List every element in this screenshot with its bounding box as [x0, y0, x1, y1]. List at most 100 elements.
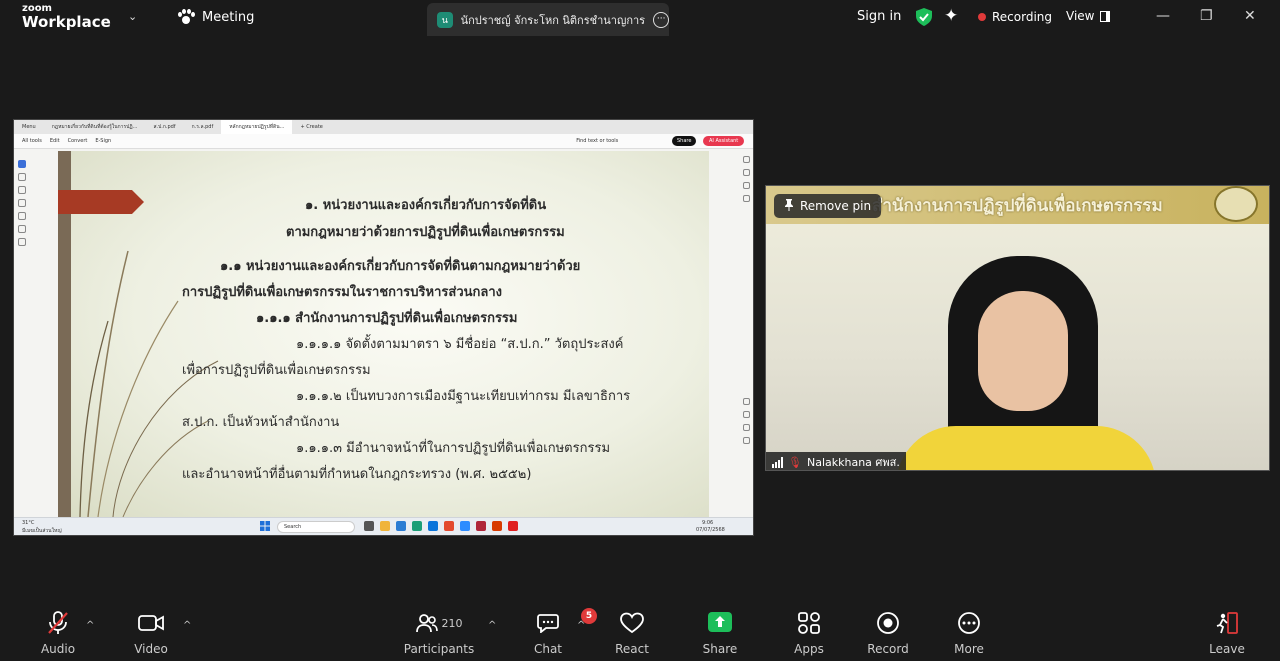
- leave-icon: [1215, 611, 1239, 635]
- close-button[interactable]: ✕: [1244, 8, 1256, 24]
- remove-pin-label: Remove pin: [800, 199, 872, 213]
- remove-pin-button[interactable]: Remove pin: [774, 194, 882, 218]
- attachments-icon[interactable]: [742, 195, 750, 202]
- bookmark-icon[interactable]: [742, 169, 750, 176]
- view-button[interactable]: View: [1066, 9, 1111, 23]
- camera-icon: [138, 611, 164, 635]
- audio-button[interactable]: Audio: [18, 611, 98, 656]
- chevron-down-icon[interactable]: ⌄: [128, 10, 137, 23]
- pen-tool-icon[interactable]: [18, 186, 26, 194]
- slide-body-2: เพื่อการปฏิรูปที่ดินเพื่อเกษตรกรรม: [182, 363, 371, 378]
- participant-name-tag: 🎙 Nalakkhana ศพส.: [766, 452, 906, 470]
- video-button[interactable]: Video: [111, 611, 191, 656]
- mic-muted-icon: [47, 611, 69, 635]
- pdf-toolbar: All tools Edit Convert E-Sign Find text …: [14, 134, 753, 149]
- sharer-name: นักปราชญ์ จักระโหก นิติกรชำนาญการ: [460, 13, 646, 27]
- zoom-in-icon[interactable]: [742, 411, 750, 418]
- draw-tool-icon[interactable]: [18, 212, 26, 220]
- signal-bars-icon: [772, 456, 783, 468]
- comment-icon[interactable]: [742, 156, 750, 163]
- app-icon[interactable]: [428, 521, 438, 531]
- react-button[interactable]: React: [592, 611, 672, 656]
- share-screen-button[interactable]: Share: [680, 611, 760, 656]
- restore-button[interactable]: ❐: [1200, 8, 1213, 24]
- more-options-icon[interactable]: ···: [653, 11, 669, 28]
- zoom-tool-icon[interactable]: [18, 173, 26, 181]
- app-icon[interactable]: [508, 521, 518, 531]
- stamp-tool-icon[interactable]: [18, 238, 26, 246]
- layers-icon[interactable]: [742, 398, 750, 405]
- recording-label: Recording: [992, 10, 1053, 24]
- participant-video-tile[interactable]: สำนักงานการปฏิรูปที่ดินเพื่อเกษตรกรรม Re…: [765, 185, 1270, 471]
- slide-sub-2: การปฏิรูปที่ดินเพื่อเกษตรกรรมในราชการบริ…: [182, 285, 502, 300]
- browser-tab[interactable]: Menu: [14, 124, 44, 130]
- meeting-label: Meeting: [202, 9, 255, 25]
- shared-screen[interactable]: Menu กฎหมายเกี่ยวกับที่ดินที่ต้องรู้ในกา…: [13, 119, 754, 536]
- share-arrow-icon: [708, 611, 732, 635]
- app-icon[interactable]: [396, 521, 406, 531]
- participants-button[interactable]: 210 Participants: [399, 611, 479, 656]
- audio-label: Audio: [40, 642, 76, 656]
- record-dot-icon: [978, 13, 986, 21]
- zoom-out-icon[interactable]: [742, 424, 750, 431]
- app-icon[interactable]: [444, 521, 454, 531]
- chat-options-caret[interactable]: ^: [577, 620, 585, 631]
- menu-edit[interactable]: Edit: [50, 138, 60, 144]
- audio-options-caret[interactable]: ^: [86, 620, 94, 631]
- more-button[interactable]: More: [929, 611, 1009, 656]
- browser-tab[interactable]: ก.ร.ล.pdf: [184, 123, 222, 131]
- participants-count: 210: [441, 616, 463, 630]
- participant-person: [886, 256, 1166, 470]
- leave-button[interactable]: Leave: [1187, 611, 1267, 656]
- app-icon[interactable]: [476, 521, 486, 531]
- chat-label: Chat: [533, 642, 563, 656]
- menu-convert[interactable]: Convert: [68, 138, 88, 144]
- video-options-caret[interactable]: ^: [183, 620, 191, 631]
- pdf-share-button[interactable]: Share: [672, 136, 697, 146]
- app-icon[interactable]: [364, 521, 374, 531]
- record-button[interactable]: Record: [848, 611, 928, 656]
- highlight-tool-icon[interactable]: [18, 199, 26, 207]
- app-icon[interactable]: [492, 521, 502, 531]
- ai-assistant-button[interactable]: AI Assistant: [703, 136, 745, 146]
- meeting-button[interactable]: Meeting: [178, 9, 254, 25]
- banner-text: สำนักงานการปฏิรูปที่ดินเพื่อเกษตรกรรม: [872, 196, 1163, 216]
- windows-start-icon[interactable]: [260, 521, 270, 531]
- select-tool-icon[interactable]: [18, 160, 26, 168]
- taskbar-search[interactable]: Search: [277, 521, 355, 533]
- menu-all-tools[interactable]: All tools: [22, 138, 42, 144]
- pdf-right-tools: [739, 156, 753, 444]
- record-label: Record: [867, 642, 909, 656]
- browser-tab[interactable]: กฎหมายเกี่ยวกับที่ดินที่ต้องรู้ในการปฏิ.…: [44, 123, 146, 131]
- text-tool-icon[interactable]: [18, 225, 26, 233]
- slide-heading-2: ตามกฎหมายว่าด้วยการปฏิรูปที่ดินเพื่อเกษต…: [286, 225, 565, 240]
- slide-body-6: และอำนาจหน้าที่อื่นตามที่กำหนดในกฎกระทรว…: [182, 467, 532, 482]
- chat-button[interactable]: 5 Chat: [508, 608, 597, 656]
- rotate-icon[interactable]: [742, 437, 750, 444]
- participant-name: Nalakkhana ศพส.: [806, 456, 900, 469]
- shared-screen-tab[interactable]: น นักปราชญ์ จักระโหก นิติกรชำนาญการ ···: [427, 3, 669, 36]
- mic-muted-icon: 🎙: [788, 455, 802, 469]
- menu-esign[interactable]: E-Sign: [95, 138, 111, 144]
- browser-tab-active[interactable]: หลักกฎหมายปฏิรูปที่ดิน...: [221, 120, 293, 134]
- organization-logo: [1214, 186, 1258, 222]
- pages-icon[interactable]: [742, 182, 750, 189]
- app-icon[interactable]: [460, 521, 470, 531]
- create-tab[interactable]: + Create: [292, 124, 330, 130]
- paw-icon: [178, 9, 195, 25]
- sign-in-button[interactable]: Sign in: [857, 9, 901, 24]
- recording-indicator[interactable]: Recording: [978, 10, 1052, 24]
- minimize-button[interactable]: —: [1156, 8, 1170, 24]
- share-label: Share: [702, 642, 738, 656]
- find-tools[interactable]: Find text or tools: [576, 138, 618, 144]
- app-icon[interactable]: [412, 521, 422, 531]
- participants-options-caret[interactable]: ^: [488, 620, 496, 631]
- app-icon[interactable]: [380, 521, 390, 531]
- apps-button[interactable]: Apps: [769, 611, 849, 656]
- brand-bottom: Workplace: [22, 13, 111, 31]
- zoom-logo[interactable]: zoom Workplace: [22, 4, 111, 30]
- ai-sparkle-icon[interactable]: ✦: [944, 6, 958, 26]
- browser-tab[interactable]: ส.ป.ก.pdf: [145, 123, 183, 131]
- weather-temp: 31°C: [22, 520, 35, 526]
- shield-check-icon[interactable]: [916, 8, 932, 30]
